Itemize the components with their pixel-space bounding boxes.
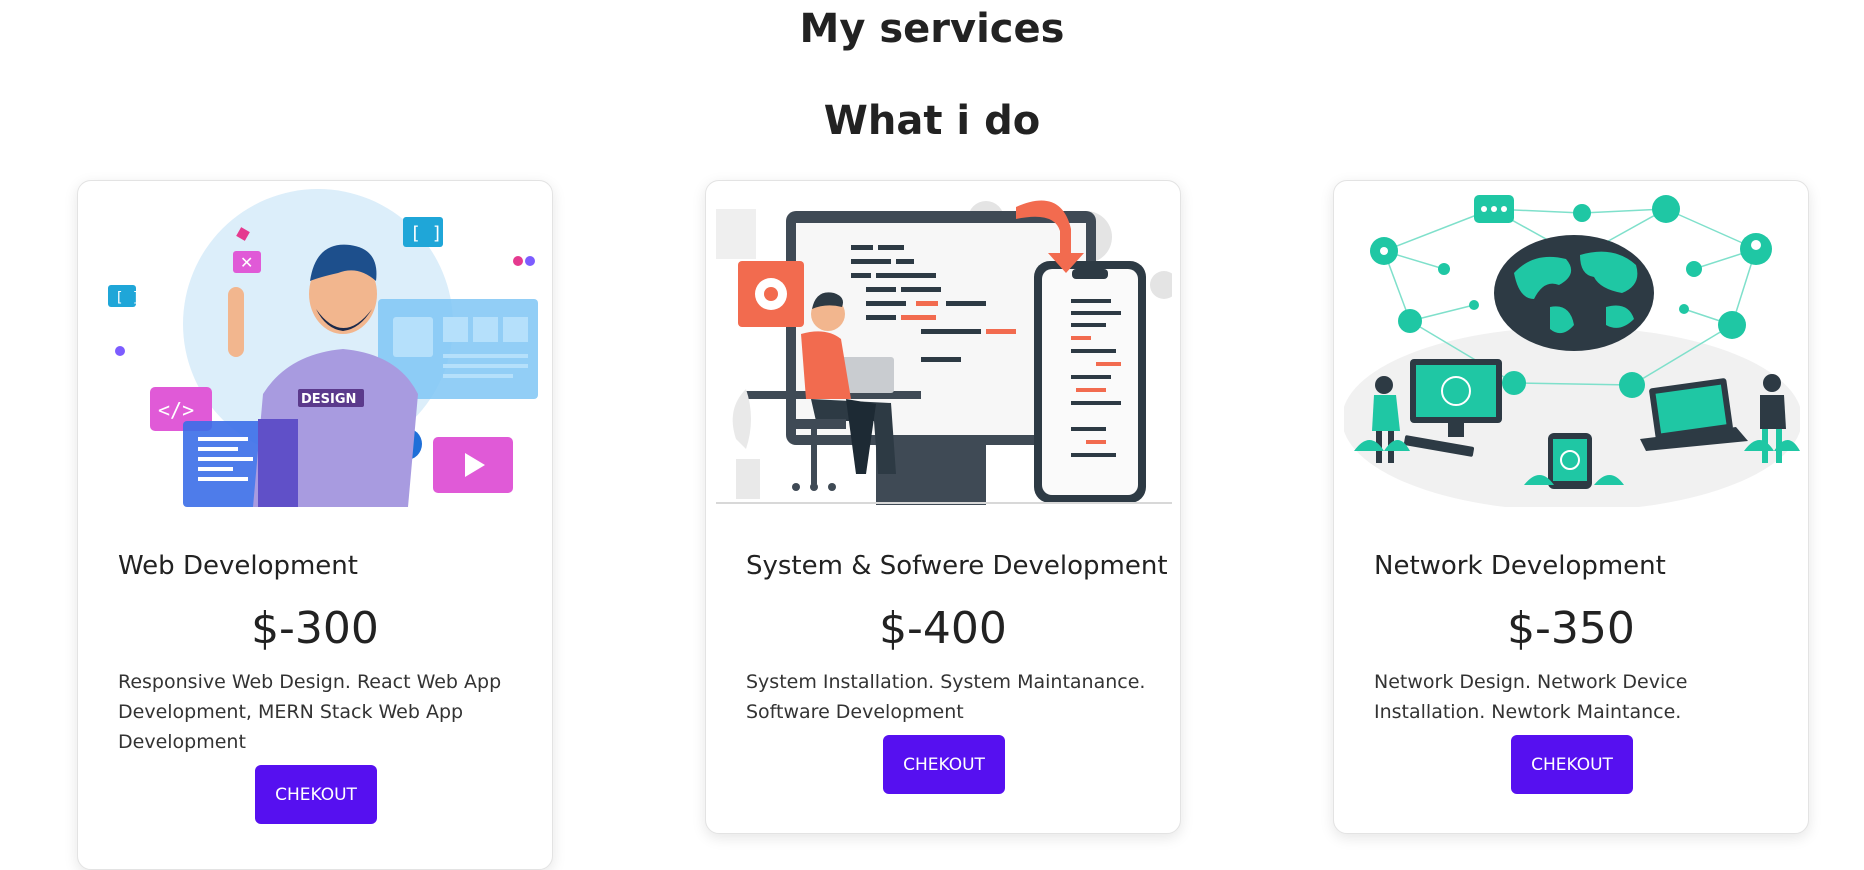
checkout-button[interactable]: CHEKOUT (255, 765, 377, 824)
svg-text:✕: ✕ (240, 253, 253, 272)
checkout-button[interactable]: CHEKOUT (883, 735, 1005, 794)
network-globe-illustration (1344, 195, 1800, 507)
service-title: System & Sofwere Development (746, 551, 1168, 581)
service-price: $-350 (1507, 603, 1635, 654)
service-description: System Installation. System Maintanance.… (746, 671, 1146, 723)
service-description: Responsive Web Design. React Web App Dev… (118, 671, 502, 753)
service-price: $-300 (251, 603, 379, 654)
svg-text:[ ]: [ ] (115, 290, 140, 306)
service-card-network-development: Network Development $-350 Network Design… (1333, 180, 1809, 834)
service-card-system-software-development: System & Sofwere Development $-400 Syste… (705, 180, 1181, 834)
design-shirt-text: DESIGN (301, 392, 356, 407)
section-subtitle: What i do (823, 98, 1041, 144)
service-title: Web Development (118, 551, 358, 581)
web-developer-illustration: [ ] [ ] </> ✕ DESIGN (108, 189, 538, 507)
service-card-web-development: [ ] [ ] </> ✕ DESIGN Web Development $-3… (77, 180, 553, 870)
service-price: $-400 (879, 603, 1007, 654)
svg-text:</>: </> (158, 398, 194, 422)
checkout-button[interactable]: CHEKOUT (1511, 735, 1633, 794)
svg-text:[ ]: [ ] (410, 223, 443, 244)
software-developer-illustration (716, 200, 1172, 505)
service-title: Network Development (1374, 551, 1666, 581)
service-description: Network Design. Network Device Installat… (1374, 671, 1688, 723)
page-title: My services (799, 6, 1065, 52)
